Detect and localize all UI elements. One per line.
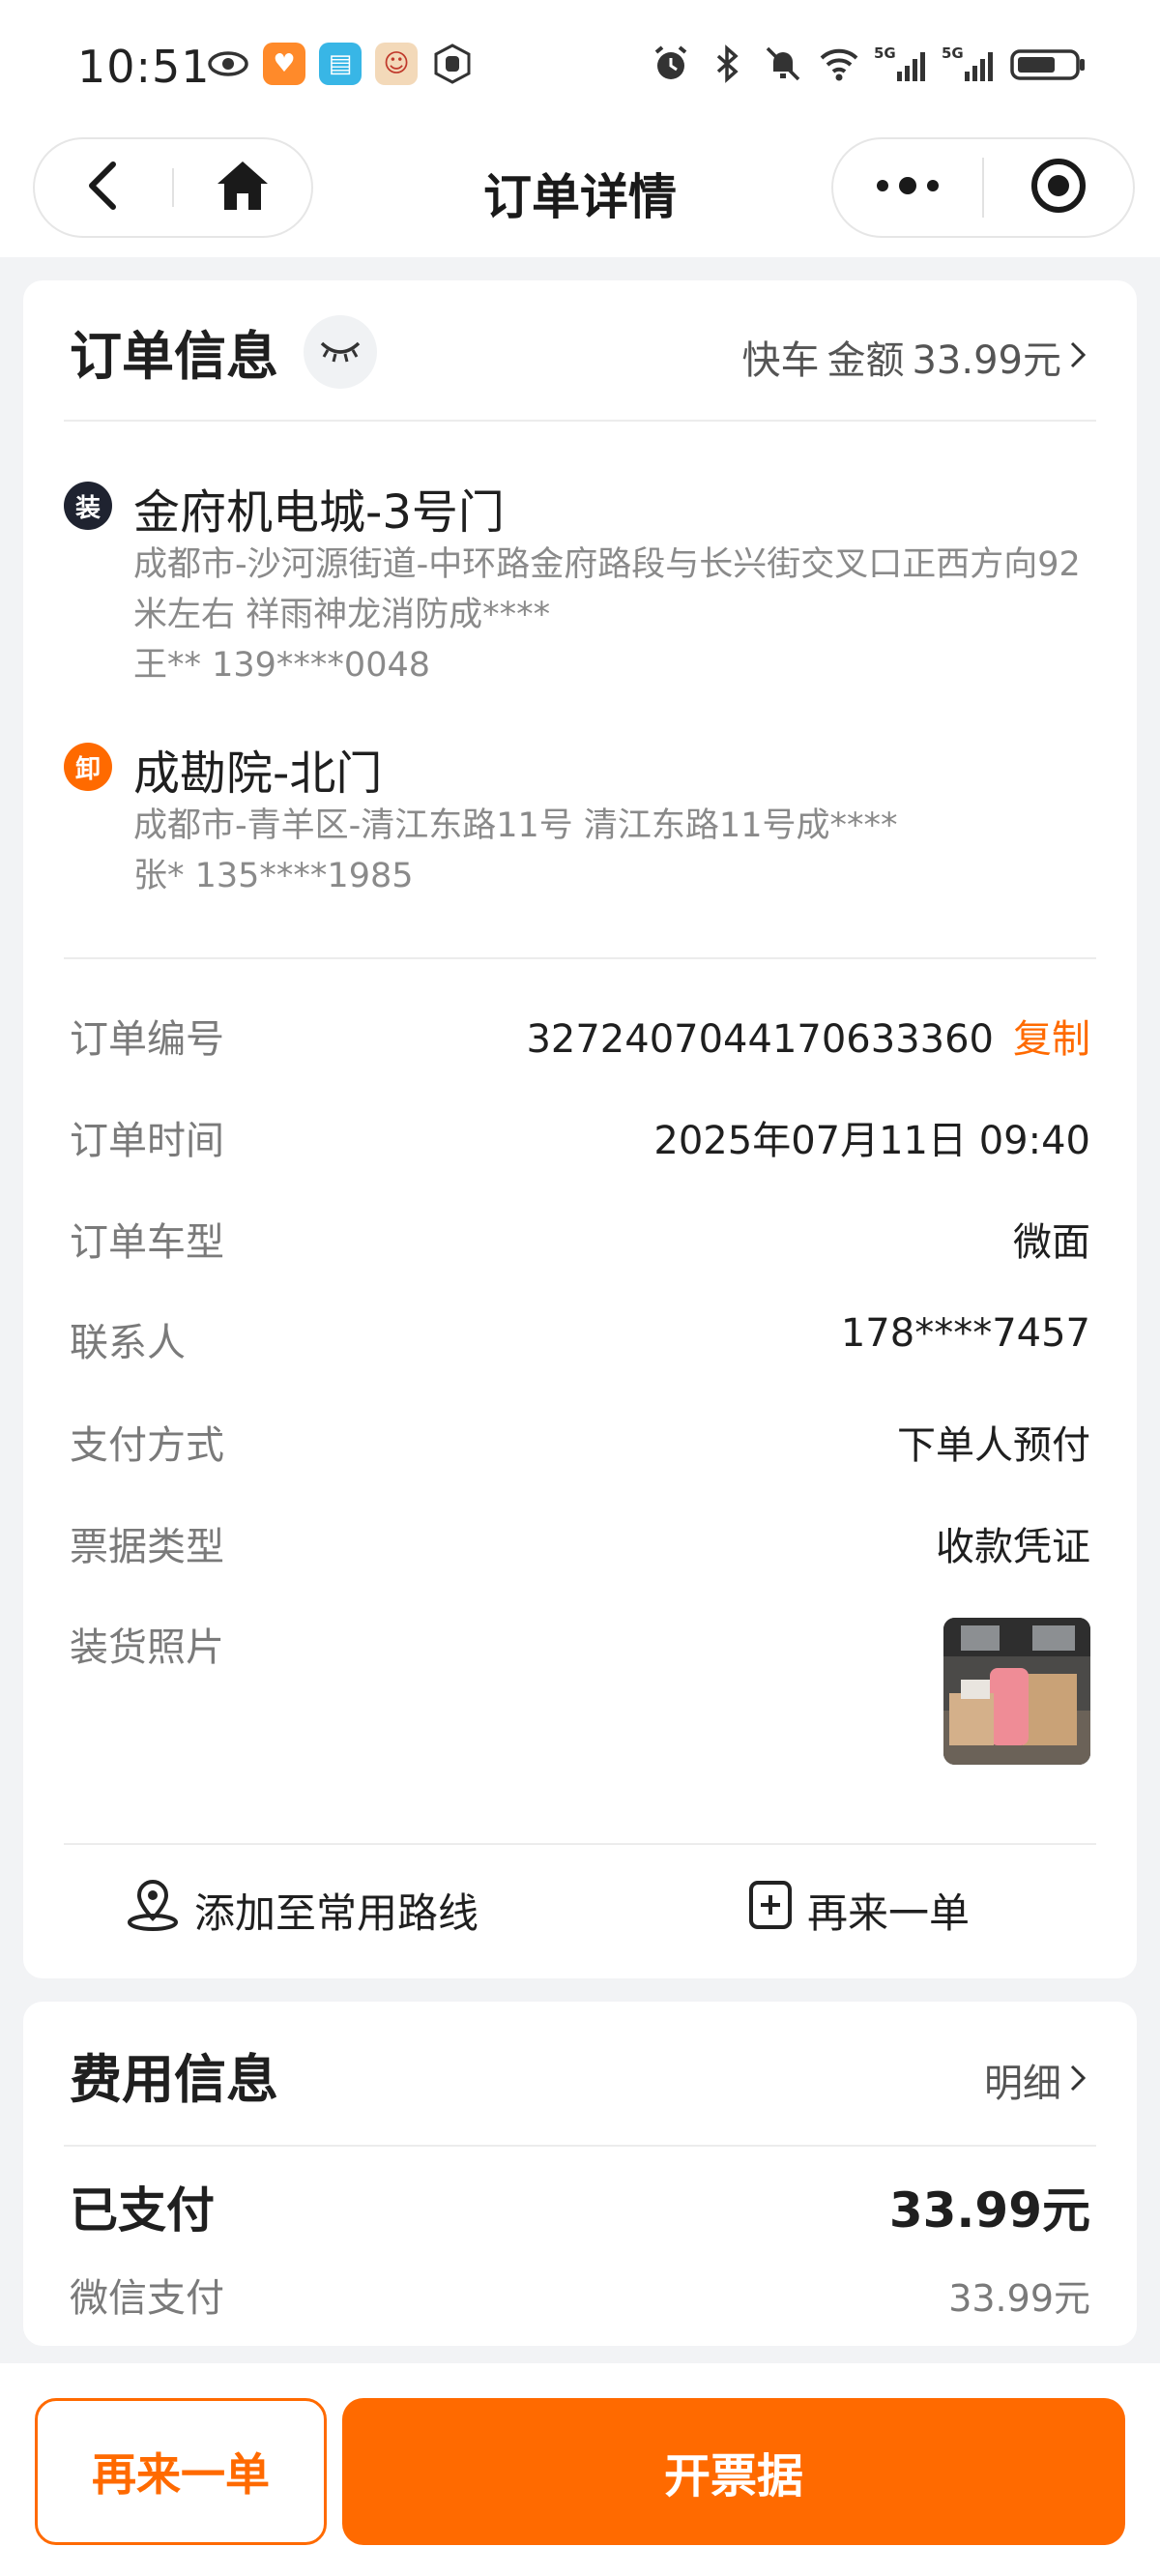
dropoff-detail: 成都市-青羊区-清江东路11号 清江东路11号成**** 张* 135****1… [133,801,1098,901]
more-button[interactable] [833,139,982,236]
payment-method-label: 支付方式 [70,1423,224,1468]
network-label-2: 5G [942,44,964,62]
add-common-route-label: 添加至常用路线 [193,1888,478,1937]
receipt-type-row: 票据类型 收款凭证 [70,1515,1090,1573]
wifi-icon [818,43,860,85]
order-action-bar: 添加至常用路线 再来一单 [23,1866,1137,1953]
hand-icon [431,43,474,85]
reorder-button[interactable]: 再来一单 [35,2398,327,2545]
dropoff-address: 卸 成勘院-北门 成都市-青羊区-清江东路11号 清江东路11号成**** 张*… [64,735,1098,895]
order-info-title: 订单信息 [70,326,278,387]
chevron-right-icon [1069,335,1087,379]
divider [64,2145,1096,2147]
receipt-type: 收款凭证 [936,1525,1090,1569]
fee-info-card: 费用信息 明细 已支付 33.99元 微信支付 33.99元 [23,2002,1137,2346]
status-bar: 10:51 ♥ ▤ ☺ 5G 5G [0,0,1160,135]
order-info-card: 订单信息 快车 金额 33.99元 装 金府机电城-3号门 成都市-沙河源街道-… [23,280,1137,1978]
divider [64,420,1096,422]
add-common-route-button[interactable]: 添加至常用路线 [23,1866,580,1953]
vehicle-type-label: 订单车型 [70,1220,224,1265]
dropoff-name: 成勘院-北门 [133,746,383,801]
bottom-action-bar: 再来一单 开票据 [0,2363,1160,2576]
more-dots-icon [874,174,942,201]
loading-photo-label: 装货照片 [70,1625,224,1670]
order-number-row: 订单编号 3272407044170633360 复制 [70,1008,1090,1066]
status-time: 10:51 [77,41,211,93]
divider [64,957,1096,959]
battery-icon [1009,43,1087,85]
paid-amount: 33.99元 [888,2182,1090,2239]
reorder-link-label: 再来一单 [806,1888,970,1937]
loading-photo-thumbnail[interactable] [943,1618,1090,1765]
system-icons: 5G 5G [650,43,1087,85]
alarm-icon [650,43,692,85]
bluetooth-icon [706,43,748,85]
notification-icons: ♥ ▤ ☺ [207,43,474,85]
unload-badge: 卸 [64,743,112,791]
fee-detail-label: 明细 [984,2062,1061,2106]
order-time-row: 订单时间 2025年07月11日 09:40 [70,1109,1090,1167]
route-pin-icon [125,1877,181,1943]
app-notification-icon: ♥ [263,43,305,85]
dropoff-contact: 张* 135****1985 [133,857,414,895]
book-app-icon: ▤ [319,43,362,85]
pickup-street: 成都市-沙河源街道-中环路金府路段与长兴街交叉口正西方向92米左右 祥雨神龙消防… [133,545,1081,634]
pickup-name: 金府机电城-3号门 [133,485,505,540]
receipt-type-label: 票据类型 [70,1525,224,1569]
pickup-contact: 王** 139****0048 [133,646,431,685]
privacy-toggle-button[interactable] [304,314,377,389]
payment-method: 下单人预付 [897,1423,1090,1468]
fee-info-title: 费用信息 [70,2049,278,2110]
order-info-header: 订单信息 [70,313,377,390]
divider [64,1843,1096,1845]
mascot-app-icon: ☺ [375,43,418,85]
order-amount: 33.99元 [912,338,1061,383]
amount-label: 金额 [826,338,905,383]
wechat-pay-label: 微信支付 [70,2276,224,2321]
order-number: 3272407044170633360 [526,1017,994,1062]
wechat-pay-amount: 33.99元 [948,2277,1090,2320]
nav-capsule-right [831,137,1135,238]
plus-square-icon [747,1877,794,1943]
network-label: 5G [874,44,896,62]
load-badge: 装 [64,482,112,530]
fee-info-header: 费用信息 [70,2036,278,2113]
order-number-value-group: 3272407044170633360 复制 [526,1008,1090,1064]
eye-icon [207,43,249,85]
eye-closed-icon [318,336,362,368]
close-miniapp-button[interactable] [984,139,1133,236]
vehicle-type: 微面 [1013,1220,1090,1265]
mute-icon [762,43,804,85]
service-type: 快车 [741,338,820,383]
paid-label: 已支付 [70,2182,215,2239]
loading-photo-row: 装货照片 [70,1616,1090,1674]
vehicle-type-row: 订单车型 微面 [70,1211,1090,1269]
fee-detail-link[interactable]: 明细 [984,2052,1087,2108]
target-circle-icon [1029,156,1088,220]
pickup-address: 装 金府机电城-3号门 成都市-沙河源街道-中环路金府路段与长兴街交叉口正西方向… [64,474,1098,696]
nav-bar: 订单详情 [0,135,1160,257]
order-time-label: 订单时间 [70,1119,224,1163]
contact-label: 联系人 [70,1321,186,1365]
order-time: 2025年07月11日 09:40 [653,1119,1090,1163]
signal-5g-icon: 5G [874,43,928,85]
signal-5g-icon-2: 5G [942,43,996,85]
contact-phone: 178****7457 [840,1311,1090,1356]
chevron-right-icon [1069,2058,1087,2102]
copy-button[interactable]: 复制 [1013,1017,1090,1062]
order-amount-link[interactable]: 快车 金额 33.99元 [741,329,1087,385]
issue-invoice-button[interactable]: 开票据 [342,2398,1125,2545]
payment-method-row: 支付方式 下单人预付 [70,1414,1090,1472]
reorder-link-button[interactable]: 再来一单 [580,1866,1137,1953]
contact-row: 联系人 178****7457 [70,1311,1090,1369]
dropoff-street: 成都市-青羊区-清江东路11号 清江东路11号成**** [133,806,898,845]
order-number-label: 订单编号 [70,1017,224,1062]
pickup-detail: 成都市-沙河源街道-中环路金府路段与长兴街交叉口正西方向92米左右 祥雨神龙消防… [133,540,1098,690]
